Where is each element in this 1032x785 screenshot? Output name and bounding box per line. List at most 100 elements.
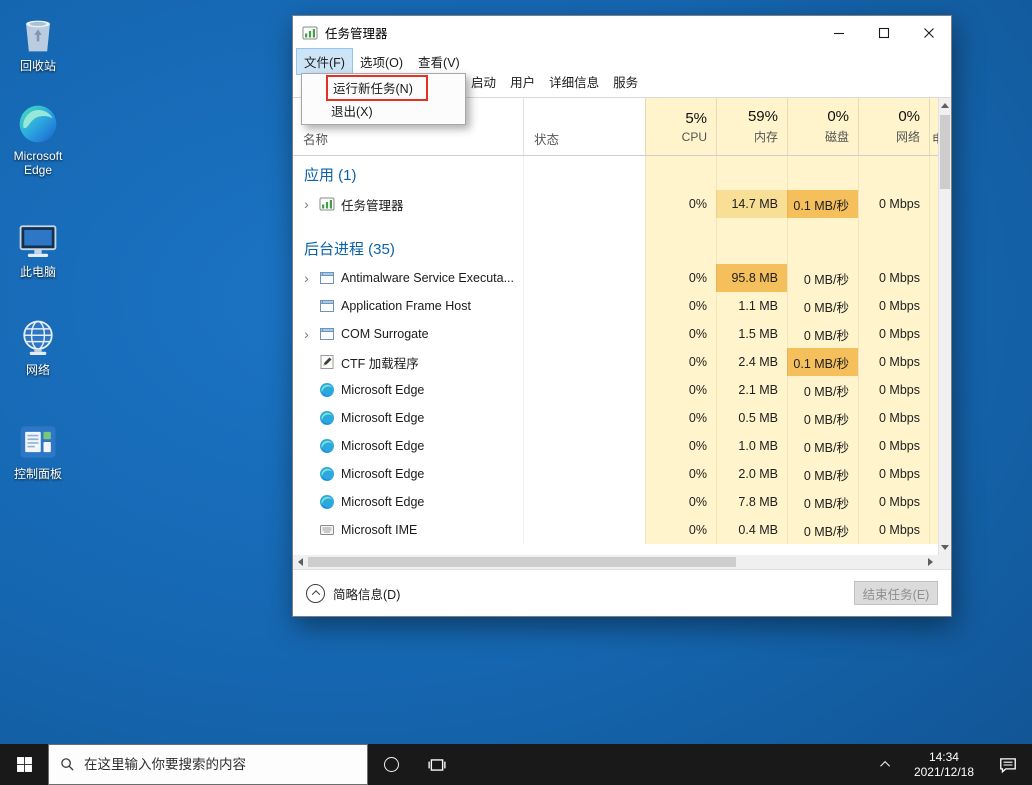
end-task-button[interactable]: 结束任务(E) xyxy=(854,581,938,605)
net-cell: 0 Mbps xyxy=(858,376,929,404)
process-row[interactable]: Microsoft Edge0%2.0 MB0 MB/秒0 Mbps xyxy=(293,460,940,488)
net-cell: 0 Mbps xyxy=(858,460,929,488)
expand-chevron-icon[interactable]: › xyxy=(300,197,313,211)
tab-details[interactable]: 详细信息 xyxy=(542,68,606,97)
start-button[interactable] xyxy=(0,744,48,785)
scroll-down-arrow[interactable] xyxy=(941,545,949,550)
column-header-status[interactable]: 状态 xyxy=(523,98,645,155)
process-name-cell: Microsoft Edge xyxy=(293,404,523,432)
chevron-up-circle-icon xyxy=(306,584,325,603)
process-row[interactable]: Microsoft Edge0%2.1 MB0 MB/秒0 Mbps xyxy=(293,376,940,404)
desktop-icon-recycle-bin[interactable]: 回收站 xyxy=(2,12,74,73)
ctf-icon xyxy=(319,354,335,370)
process-name-cell: Microsoft Edge xyxy=(293,376,523,404)
title-bar[interactable]: 任务管理器 xyxy=(293,16,951,49)
cortana-button[interactable] xyxy=(368,744,414,785)
process-row[interactable]: ›任务管理器0%14.7 MB0.1 MB/秒0 Mbps xyxy=(293,190,940,218)
process-row[interactable]: ›Antimalware Service Executa...0%95.8 MB… xyxy=(293,264,940,292)
horizontal-scrollbar[interactable] xyxy=(293,555,938,569)
scroll-left-arrow[interactable] xyxy=(298,558,303,566)
cpu-cell xyxy=(645,156,716,190)
vertical-scrollbar[interactable] xyxy=(938,98,951,555)
tray-show-hidden-icons[interactable] xyxy=(870,744,904,785)
clock-time: 14:34 xyxy=(914,750,974,765)
column-header-memory[interactable]: 59% 内存 xyxy=(716,98,787,155)
tab-startup[interactable]: 启动 xyxy=(464,68,503,97)
this-pc-icon xyxy=(16,218,60,262)
window-icon xyxy=(319,270,335,286)
menu-item-run-new-task[interactable]: 运行新任务(N) xyxy=(302,76,465,99)
taskbar-clock[interactable]: 14:34 2021/12/18 xyxy=(904,744,984,785)
desktop-icon-network[interactable]: 网络 xyxy=(2,316,74,377)
desktop-icon-edge[interactable]: Microsoft Edge xyxy=(2,102,74,177)
mem-cell: 95.8 MB xyxy=(716,264,787,292)
column-header-network[interactable]: 0% 网络 xyxy=(858,98,929,155)
disk-cell: 0 MB/秒 xyxy=(787,320,858,348)
mem-cell: 0.4 MB xyxy=(716,516,787,544)
process-name: Application Frame Host xyxy=(341,299,471,313)
process-name: Antimalware Service Executa... xyxy=(341,271,514,285)
horizontal-scroll-thumb[interactable] xyxy=(308,557,736,567)
windows-logo-icon xyxy=(16,756,33,773)
process-row[interactable]: Microsoft Edge0%1.0 MB0 MB/秒0 Mbps xyxy=(293,432,940,460)
mem-cell: 1.5 MB xyxy=(716,320,787,348)
action-center-button[interactable] xyxy=(984,744,1032,785)
minimize-button[interactable] xyxy=(816,16,861,49)
process-row[interactable]: Microsoft Edge0%7.8 MB0 MB/秒0 Mbps xyxy=(293,488,940,516)
column-header-cpu[interactable]: 5% CPU xyxy=(645,98,716,155)
status-cell xyxy=(523,230,645,264)
process-row[interactable]: Application Frame Host0%1.1 MB0 MB/秒0 Mb… xyxy=(293,292,940,320)
menu-item-exit[interactable]: 退出(X) xyxy=(302,99,465,122)
tab-services[interactable]: 服务 xyxy=(606,68,645,97)
details-toggle[interactable]: 简略信息(D) xyxy=(306,584,400,603)
desktop-icon-label: 控制面板 xyxy=(14,467,62,481)
search-input[interactable] xyxy=(84,757,356,772)
vertical-scroll-thumb[interactable] xyxy=(940,115,950,189)
scroll-right-arrow[interactable] xyxy=(928,558,933,566)
group-header-row[interactable]: 应用 (1) xyxy=(293,156,940,190)
task-view-button[interactable] xyxy=(414,744,460,785)
mem-cell: 1.1 MB xyxy=(716,292,787,320)
taskbar-search[interactable] xyxy=(48,744,368,785)
process-row[interactable]: Microsoft Edge0%0.5 MB0 MB/秒0 Mbps xyxy=(293,404,940,432)
window-icon xyxy=(319,326,335,342)
process-row[interactable]: ›COM Surrogate0%1.5 MB0 MB/秒0 Mbps xyxy=(293,320,940,348)
process-row[interactable]: CTF 加载程序0%2.4 MB0.1 MB/秒0 Mbps xyxy=(293,348,940,376)
cpu-cell: 0% xyxy=(645,488,716,516)
expand-chevron-icon[interactable]: › xyxy=(300,271,313,285)
desktop-icon-this-pc[interactable]: 此电脑 xyxy=(2,218,74,279)
disk-cell: 0 MB/秒 xyxy=(787,404,858,432)
edge-icon xyxy=(319,438,335,454)
close-button[interactable] xyxy=(906,16,951,49)
desktop-icon-control-panel[interactable]: 控制面板 xyxy=(2,420,74,481)
process-name-cell: › Antimalware Service Executa... xyxy=(293,264,523,292)
mem-cell: 2.0 MB xyxy=(716,460,787,488)
column-header-disk[interactable]: 0% 磁盘 xyxy=(787,98,858,155)
status-cell xyxy=(523,218,645,230)
cpu-cell: 0% xyxy=(645,292,716,320)
status-cell xyxy=(523,348,645,376)
details-toggle-label: 简略信息(D) xyxy=(333,584,400,603)
net-cell: 0 Mbps xyxy=(858,190,929,218)
mem-cell: 7.8 MB xyxy=(716,488,787,516)
process-rows: 应用 (1)›任务管理器0%14.7 MB0.1 MB/秒0 Mbps 后台进程 … xyxy=(293,156,940,555)
expand-chevron-icon[interactable]: › xyxy=(300,327,313,341)
scroll-up-arrow[interactable] xyxy=(941,103,949,108)
group-header-row[interactable]: 后台进程 (35) xyxy=(293,230,940,264)
status-cell xyxy=(523,432,645,460)
disk-cell: 0.1 MB/秒 xyxy=(787,348,858,376)
status-cell xyxy=(523,376,645,404)
task-view-icon xyxy=(428,756,446,774)
network-icon xyxy=(16,316,60,360)
status-cell xyxy=(523,320,645,348)
desktop-icon-label: Microsoft Edge xyxy=(2,149,74,177)
disk-cell xyxy=(787,230,858,264)
action-center-icon xyxy=(998,756,1018,774)
cpu-cell: 0% xyxy=(645,320,716,348)
tab-users[interactable]: 用户 xyxy=(503,68,542,97)
process-row[interactable]: Microsoft IME0%0.4 MB0 MB/秒0 Mbps xyxy=(293,516,940,544)
process-name-cell: ›任务管理器 xyxy=(293,190,523,218)
status-cell xyxy=(523,488,645,516)
maximize-button[interactable] xyxy=(861,16,906,49)
process-name: Microsoft Edge xyxy=(341,411,424,425)
